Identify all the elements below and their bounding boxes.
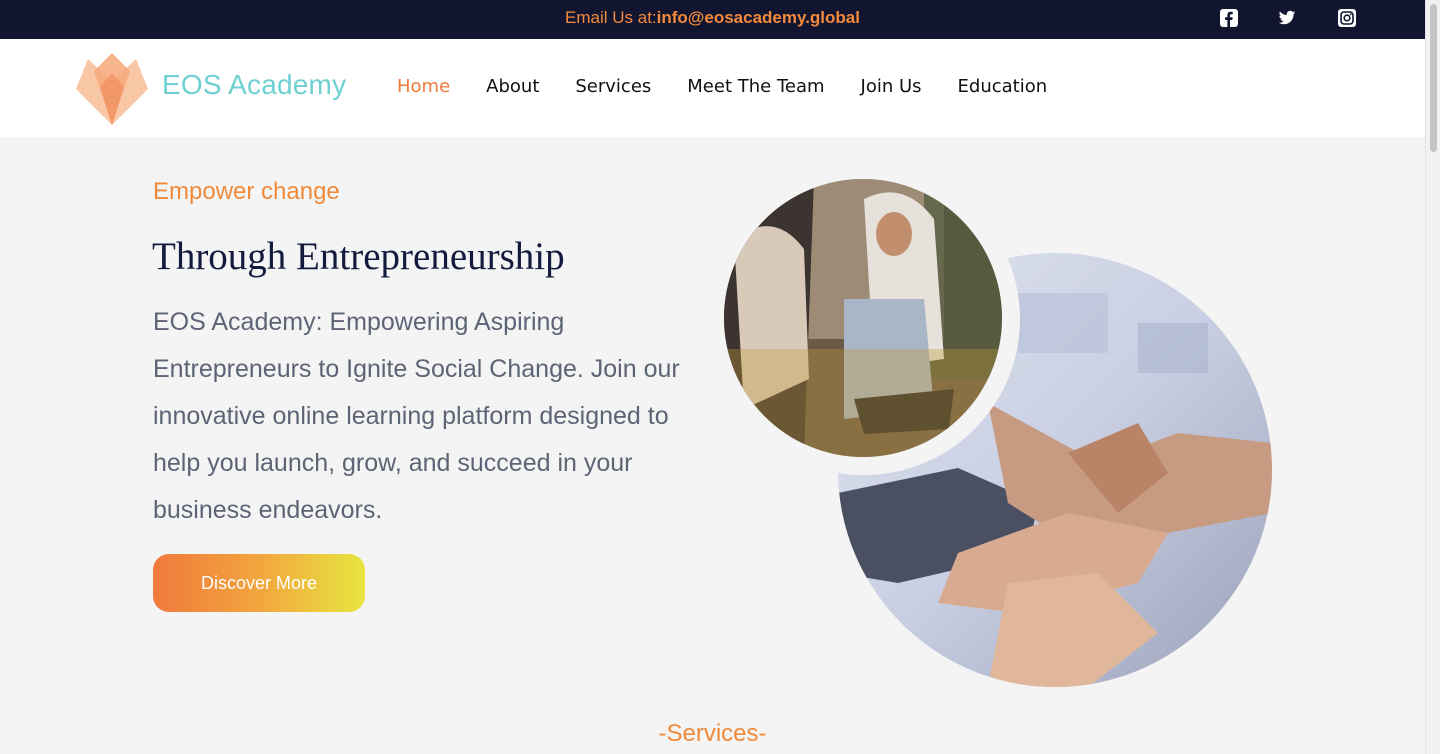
scrollbar-thumb[interactable] — [1430, 4, 1437, 152]
brand-name[interactable]: EOS Academy — [162, 69, 346, 101]
nav-item-home[interactable]: Home — [397, 76, 450, 97]
top-bar: Email Us at:info@eosacademy.global — [0, 0, 1425, 39]
services-heading: -Services- — [658, 720, 767, 747]
lotus-logo-icon[interactable] — [72, 51, 152, 127]
discover-more-button[interactable]: Discover More — [153, 554, 365, 612]
hero-eyebrow: Empower change — [153, 178, 340, 205]
women-meeting-image — [724, 179, 1002, 457]
nav-item-education[interactable]: Education — [958, 76, 1048, 97]
hero-description: EOS Academy: Empowering Aspiring Entrepr… — [153, 308, 680, 524]
email-prefix: Email Us at: — [565, 8, 657, 27]
nav-item-meet-the-team[interactable]: Meet The Team — [687, 76, 824, 97]
instagram-icon[interactable] — [1338, 9, 1356, 27]
email-link[interactable]: info@eosacademy.global — [657, 8, 860, 27]
facebook-icon[interactable] — [1220, 9, 1238, 27]
twitter-icon[interactable] — [1278, 9, 1296, 27]
site-header: EOS Academy Home About Services Meet The… — [0, 39, 1425, 137]
nav-item-join-us[interactable]: Join Us — [861, 76, 922, 97]
hero-headline: Through Entrepreneurship — [152, 235, 565, 278]
nav-item-services[interactable]: Services — [575, 76, 651, 97]
nav-item-about[interactable]: About — [486, 76, 539, 97]
main-nav: Home About Services Meet The Team Join U… — [397, 76, 1047, 97]
page-scrollbar[interactable] — [1425, 0, 1440, 754]
contact-email: Email Us at:info@eosacademy.global — [0, 8, 1425, 28]
